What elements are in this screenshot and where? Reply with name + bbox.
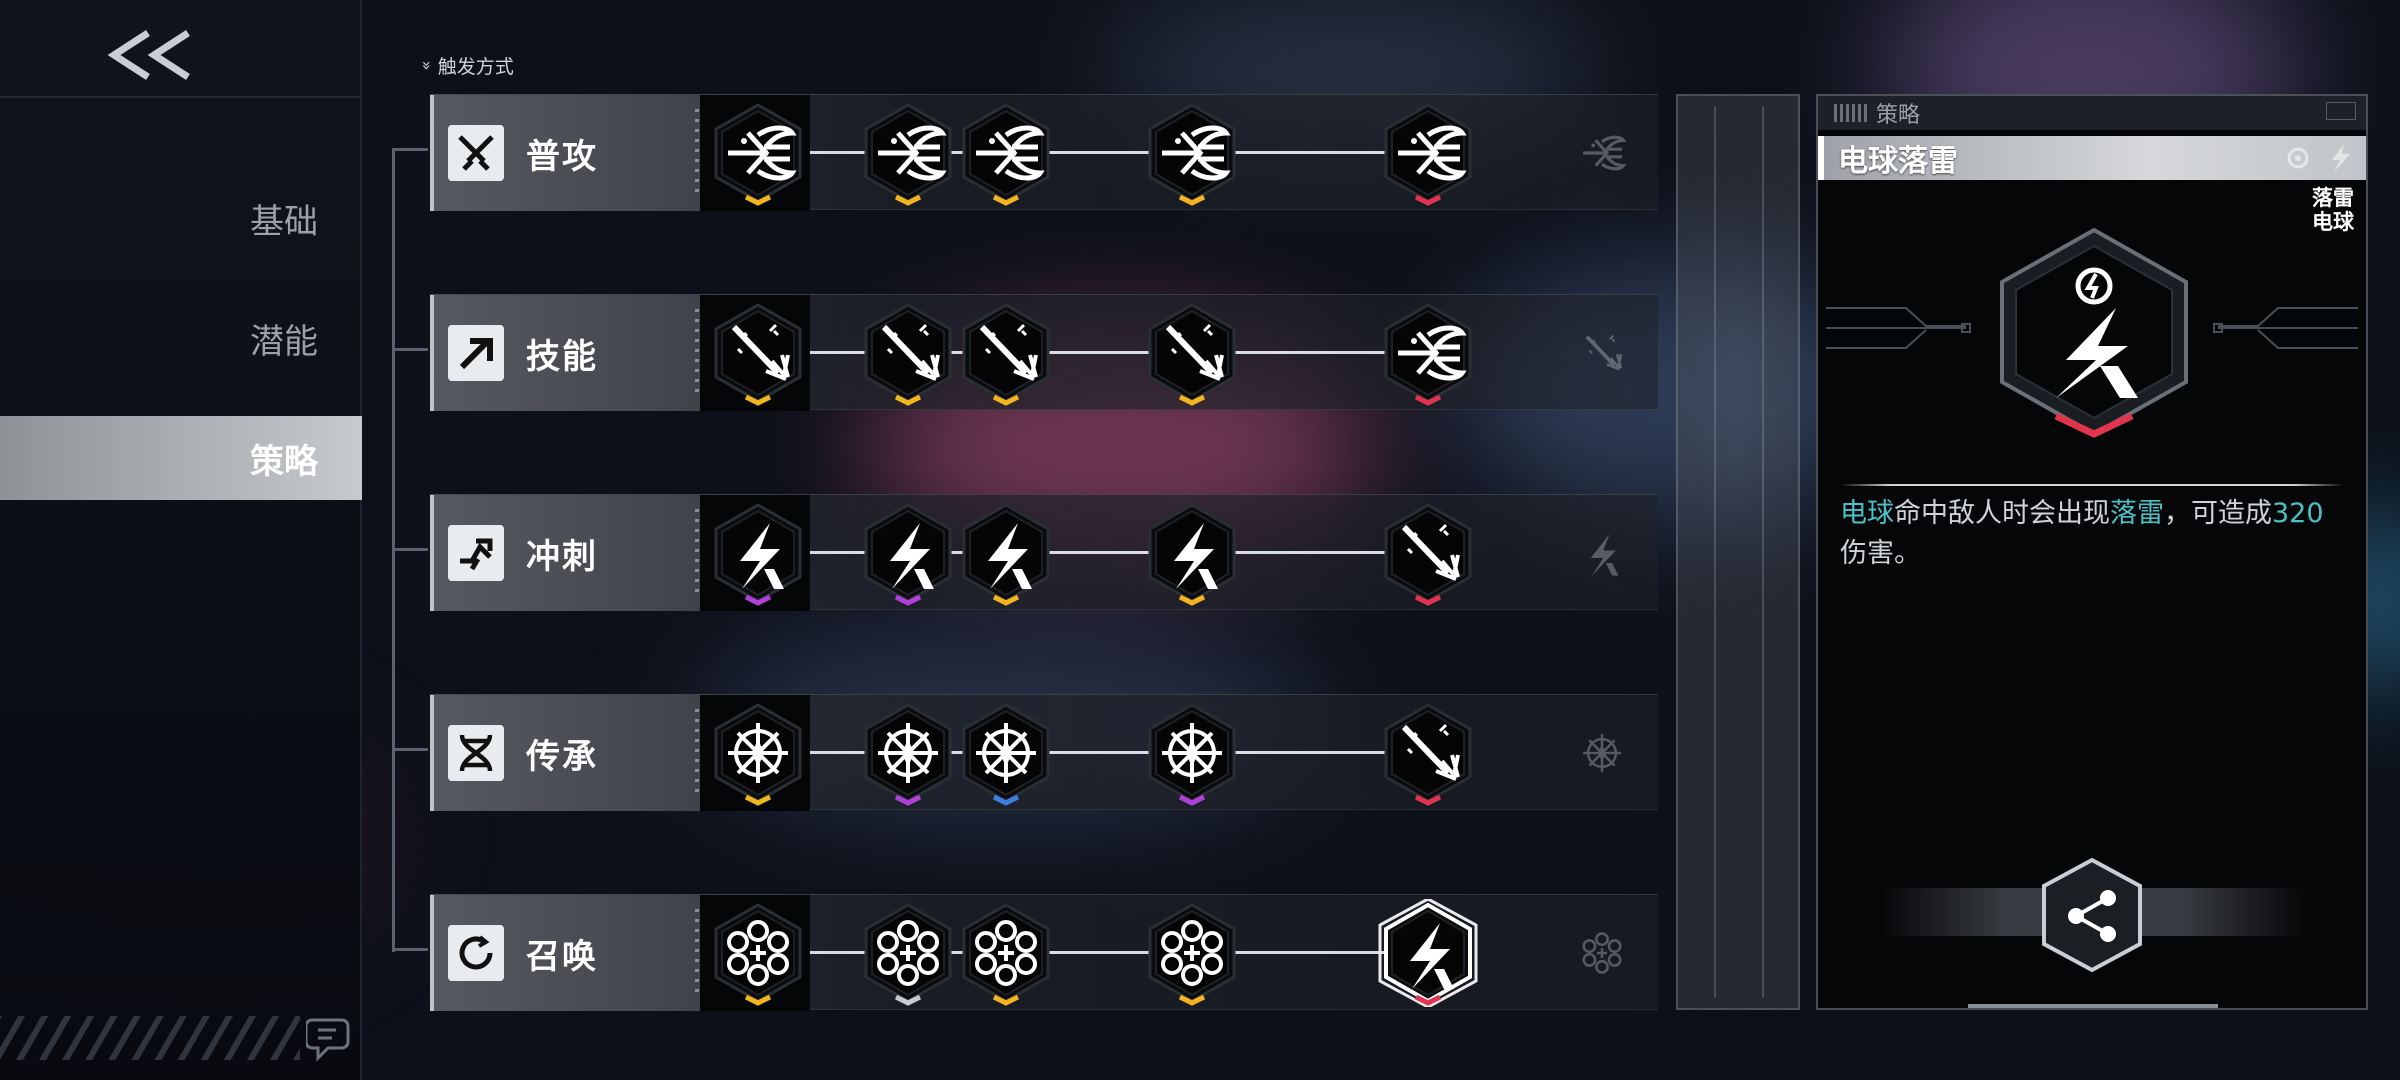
trigger-row-skill: 技能 bbox=[430, 294, 1658, 411]
strategy-node-spear-icon[interactable] bbox=[708, 299, 808, 407]
strategy-detail-panel: 策略 电球落雷 落雷 电球 电球命中敌人时会出现落雷，可造成320伤害。 bbox=[1816, 94, 2368, 1010]
strategy-node-wing-burst-icon[interactable] bbox=[708, 99, 808, 207]
double-chevron-left-icon bbox=[107, 30, 190, 80]
strategy-node-lightning-icon[interactable] bbox=[1142, 499, 1242, 607]
strategy-node-compass-star-icon[interactable] bbox=[708, 699, 808, 807]
strategy-node-spear-icon[interactable] bbox=[956, 299, 1056, 407]
nav-item-strategy[interactable]: 策略 bbox=[0, 416, 362, 500]
circuit-decor bbox=[1826, 307, 1971, 349]
tree-branch bbox=[392, 348, 428, 351]
crossed-swords-icon bbox=[448, 125, 504, 181]
lightning-icon bbox=[2332, 144, 2350, 172]
section-tag: 策略 bbox=[1818, 96, 2366, 130]
desc-highlight: 落雷 bbox=[2110, 498, 2164, 529]
strategy-node-lightning-icon[interactable] bbox=[1378, 897, 1478, 1009]
locked-spear-icon bbox=[1570, 319, 1634, 387]
chat-icon[interactable] bbox=[306, 1012, 352, 1062]
desc-text: 伤害。 bbox=[1840, 538, 1921, 569]
divider bbox=[1840, 484, 2344, 486]
locked-wing-burst-icon bbox=[1570, 119, 1634, 187]
desc-highlight: 320 bbox=[2272, 498, 2324, 529]
strategy-node-compass-star-icon[interactable] bbox=[956, 699, 1056, 807]
decor-stripes bbox=[0, 1016, 300, 1060]
arrow-dash-icon bbox=[448, 325, 504, 381]
nav-item-basic[interactable]: 基础 bbox=[0, 176, 362, 260]
strategy-node-spear-icon[interactable] bbox=[858, 299, 958, 407]
trigger-header: » 触发方式 bbox=[417, 56, 514, 78]
divider bbox=[0, 96, 362, 98]
tree-branch bbox=[392, 548, 428, 551]
trigger-row-legacy: 传承 bbox=[430, 694, 1658, 811]
strategy-node-spear-icon[interactable] bbox=[1378, 699, 1478, 807]
strategy-node-flower-icon[interactable] bbox=[956, 899, 1056, 1007]
strategy-node-wing-burst-icon[interactable] bbox=[956, 99, 1056, 207]
strategy-node-wing-burst-icon[interactable] bbox=[858, 99, 958, 207]
nav-item-potential[interactable]: 潜能 bbox=[0, 296, 362, 380]
bottom-bar bbox=[1968, 1004, 2218, 1008]
desc-highlight: 电球 bbox=[1840, 498, 1894, 529]
detail-description: 电球命中敌人时会出现落雷，可造成320 伤害。 bbox=[1840, 494, 2340, 574]
row-label[interactable]: 冲刺 bbox=[430, 495, 725, 611]
back-button[interactable] bbox=[100, 20, 200, 90]
strategy-node-flower-icon[interactable] bbox=[858, 899, 958, 1007]
strategy-node-wing-burst-icon[interactable] bbox=[1378, 299, 1478, 407]
circuit-decor bbox=[2213, 307, 2358, 349]
strategy-node-compass-star-icon[interactable] bbox=[1142, 699, 1242, 807]
detail-title: 电球落雷 bbox=[1818, 136, 2366, 180]
desc-text: ，可造成 bbox=[2164, 498, 2272, 529]
strategy-node-spear-icon[interactable] bbox=[1378, 499, 1478, 607]
strategy-node-flower-icon[interactable] bbox=[708, 899, 808, 1007]
dna-icon bbox=[448, 725, 504, 781]
trigger-row-summon: 召唤 bbox=[430, 894, 1658, 1011]
row-label[interactable]: 传承 bbox=[430, 695, 725, 811]
strategy-node-compass-star-icon[interactable] bbox=[858, 699, 958, 807]
tree-branch bbox=[392, 148, 428, 151]
strategy-node-lightning-icon[interactable] bbox=[708, 499, 808, 607]
strategy-node-wing-burst-icon[interactable] bbox=[1378, 99, 1478, 207]
slot-column bbox=[1676, 94, 1800, 1010]
trigger-row-dash: 冲刺 bbox=[430, 494, 1658, 611]
tree-branch bbox=[392, 748, 428, 751]
side-nav: 基础 潜能 策略 bbox=[0, 0, 362, 1080]
strategy-node-flower-icon[interactable] bbox=[1142, 899, 1242, 1007]
row-label[interactable]: 普攻 bbox=[430, 95, 725, 211]
strategy-node-wing-burst-icon[interactable] bbox=[1142, 99, 1242, 207]
row-label[interactable]: 召唤 bbox=[430, 895, 725, 1011]
detail-tags: 落雷 电球 bbox=[2312, 186, 2354, 234]
tree-branch bbox=[392, 948, 428, 951]
strategy-node-lightning-icon[interactable] bbox=[956, 499, 1056, 607]
locked-flower-icon bbox=[1570, 919, 1634, 987]
strategy-node-spear-icon[interactable] bbox=[1142, 299, 1242, 407]
strategy-node-lightning-icon[interactable] bbox=[858, 499, 958, 607]
row-label[interactable]: 技能 bbox=[430, 295, 725, 411]
locked-compass-star-icon bbox=[1570, 719, 1634, 787]
locked-lightning-icon bbox=[1570, 519, 1634, 587]
share-button[interactable] bbox=[2038, 856, 2146, 974]
gear-icon bbox=[2287, 147, 2309, 169]
sprint-icon bbox=[448, 525, 504, 581]
detail-strategy-icon bbox=[1996, 226, 2192, 438]
desc-text: 命中敌人时会出现 bbox=[1894, 498, 2110, 529]
trigger-row-attack: 普攻 bbox=[430, 94, 1658, 211]
swirl-icon bbox=[448, 925, 504, 981]
double-chevron-down-icon: » bbox=[417, 60, 437, 71]
